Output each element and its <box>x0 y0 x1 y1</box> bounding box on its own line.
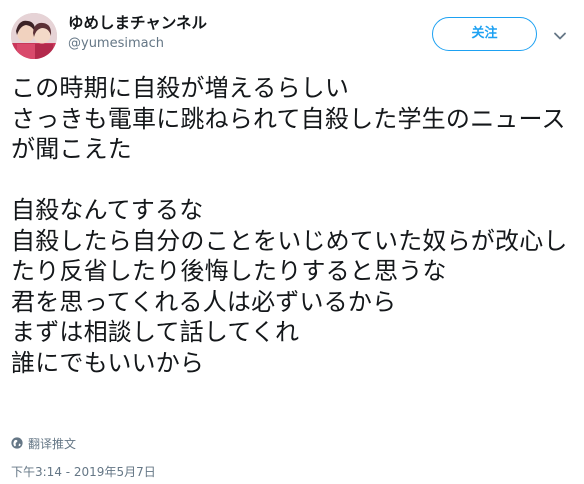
translate-tweet-link[interactable]: 翻译推文 <box>11 434 76 452</box>
globe-icon <box>11 437 23 449</box>
tweet-timestamp[interactable]: 下午3:14 - 2019年5月7日 <box>11 463 156 480</box>
tweet-text: この時期に自殺が増えるらしい さっきも電車に跳ねられて自殺した学生のニュースが聞… <box>11 74 568 377</box>
avatar[interactable] <box>11 13 57 59</box>
user-info[interactable]: ゆめしまチャンネル @yumesimach <box>68 13 207 54</box>
chevron-down-icon <box>554 32 566 40</box>
tweet-header: ゆめしまチャンネル @yumesimach 关注 <box>0 0 584 62</box>
translate-label[interactable]: 翻译推文 <box>28 435 76 452</box>
tweet-menu-button[interactable] <box>553 28 567 42</box>
user-handle[interactable]: @yumesimach <box>68 34 207 54</box>
profile-photo-icon <box>11 13 57 59</box>
tweet-card: ゆめしまチャンネル @yumesimach 关注 この時期に自殺が増えるらしい … <box>0 0 584 484</box>
display-name[interactable]: ゆめしまチャンネル <box>68 13 207 33</box>
follow-button[interactable]: 关注 <box>432 17 537 51</box>
